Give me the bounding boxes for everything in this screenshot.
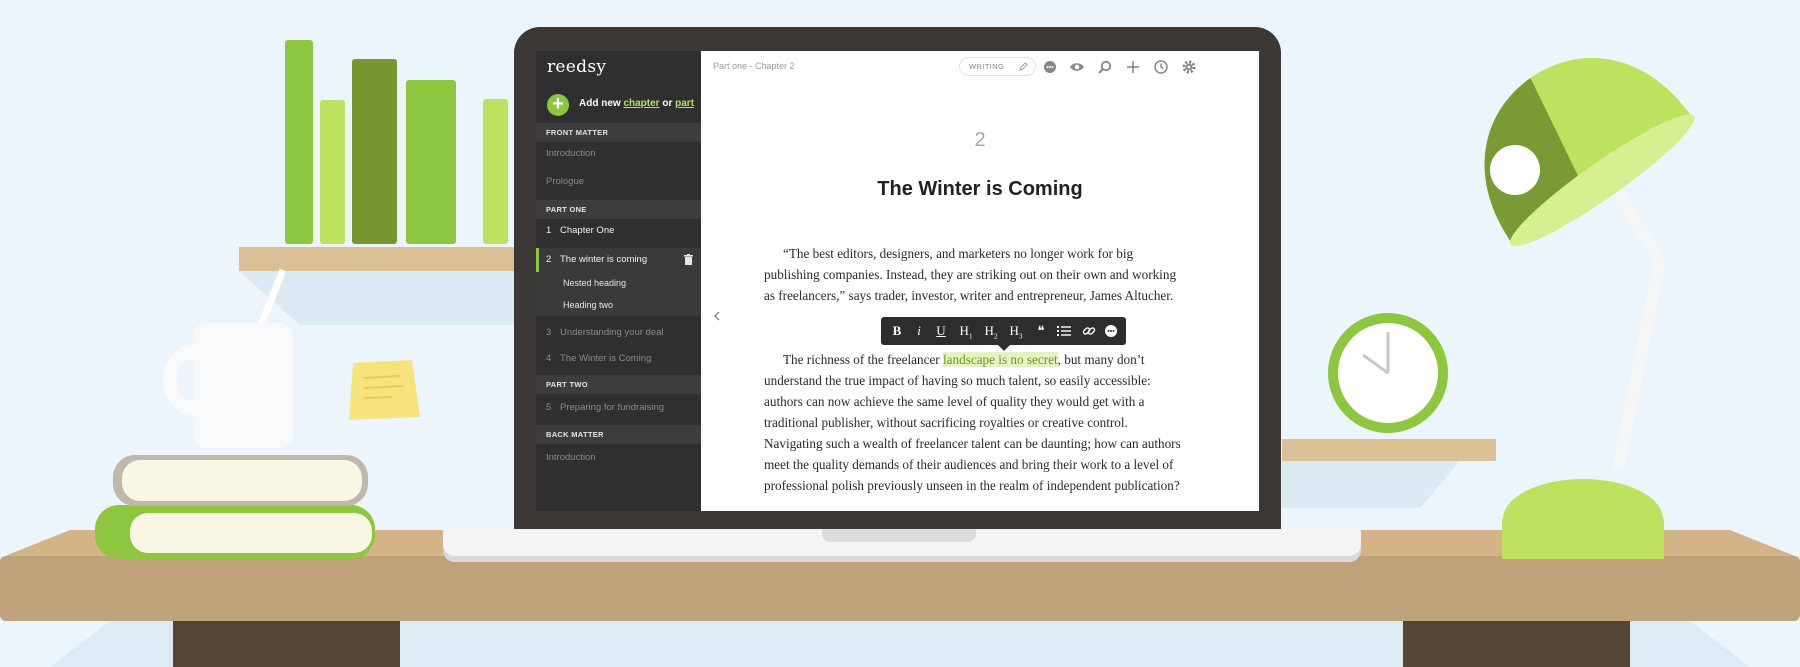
mode-toggle[interactable]: WRITING — [959, 57, 1036, 76]
sidebar-item-prologue[interactable]: Prologue — [536, 170, 701, 194]
shelf-book — [352, 59, 397, 244]
lamp-arm — [1612, 258, 1666, 472]
paragraph-2[interactable]: The richness of the freelancer landscape… — [764, 349, 1184, 496]
editor-pane: Part one - Chapter 2 WRITING 2 The Winte… — [701, 51, 1259, 511]
laptop-notch — [822, 529, 976, 542]
sidebar-subheading-nested[interactable]: Nested heading — [536, 272, 701, 294]
add-icon[interactable]: + — [547, 94, 569, 116]
sidebar-item-introduction[interactable]: Introduction — [536, 142, 701, 166]
italic-button[interactable]: i — [908, 317, 930, 345]
sidebar-item-chapter-3[interactable]: 3 Understanding your deal — [536, 321, 701, 345]
comment-icon[interactable] — [1042, 59, 1058, 75]
heading-2-button[interactable]: H2 — [980, 317, 1002, 345]
stack-book-bottom-pages — [130, 513, 372, 553]
laptop-screen: reedsy + Add new chapter or part FRONT M… — [536, 51, 1259, 511]
heading-1-button[interactable]: H1 — [955, 317, 977, 345]
gear-icon[interactable] — [1181, 59, 1197, 75]
stack-book-top-pages — [122, 460, 362, 501]
eye-icon[interactable] — [1069, 59, 1085, 75]
desk-front — [0, 556, 1800, 621]
breadcrumb: Part one - Chapter 2 — [713, 61, 795, 71]
underline-button[interactable]: U — [930, 317, 952, 345]
add-chapter-link[interactable]: chapter — [623, 98, 659, 109]
add-new-text: Add new chapter or part — [579, 98, 695, 109]
sidebar-item-back-introduction[interactable]: Introduction — [536, 446, 701, 470]
format-toolbar: B i U H1 H2 H3 ❝ — [881, 317, 1126, 351]
trash-icon[interactable] — [684, 254, 693, 265]
shelf-book — [483, 99, 508, 244]
sidebar-item-chapter-5[interactable]: 5 Preparing for fundraising — [536, 396, 701, 420]
app-logo[interactable]: reedsy — [547, 57, 606, 77]
list-icon[interactable] — [1057, 325, 1071, 337]
chevron-left-icon[interactable] — [712, 309, 722, 323]
right-shelf — [1282, 439, 1496, 461]
quote-button[interactable]: ❝ — [1030, 317, 1052, 345]
section-back-matter: BACK MATTER — [536, 425, 701, 444]
sidebar: reedsy + Add new chapter or part FRONT M… — [536, 51, 701, 511]
desk-leg-left — [173, 621, 400, 667]
bold-button[interactable]: B — [886, 317, 908, 345]
section-part-two: PART TWO — [536, 375, 701, 394]
left-shelf — [239, 247, 514, 271]
right-shelf-shadow — [1282, 461, 1460, 508]
shelf-book — [406, 80, 456, 244]
sidebar-item-chapter-1[interactable]: 1 Chapter One — [536, 219, 701, 243]
link-icon[interactable] — [1082, 324, 1096, 338]
add-new-row: + Add new chapter or part — [536, 91, 701, 121]
lamp-head — [1484, 58, 1695, 247]
sidebar-item-chapter-2[interactable]: 2 The winter is coming — [536, 248, 701, 272]
shelf-book — [320, 100, 345, 244]
add-part-link[interactable]: part — [675, 98, 694, 109]
plus-icon[interactable] — [1125, 59, 1141, 75]
section-front-matter: FRONT MATTER — [536, 123, 701, 142]
mug — [193, 323, 293, 448]
heading-3-button[interactable]: H3 — [1005, 317, 1027, 345]
paragraph-1[interactable]: “The best editors, designers, and market… — [764, 243, 1184, 306]
desk-leg-right — [1403, 621, 1630, 667]
sidebar-subheading-two[interactable]: Heading two — [536, 294, 701, 316]
highlighted-text[interactable]: landscape is no secret — [943, 352, 1058, 367]
comment-icon[interactable] — [1104, 324, 1118, 338]
sticky-note — [349, 360, 420, 420]
clock-icon[interactable] — [1153, 59, 1169, 75]
shelf-book — [285, 40, 313, 244]
sidebar-item-chapter-4[interactable]: 4 The Winter is Coming — [536, 347, 701, 371]
search-icon[interactable] — [1097, 59, 1113, 75]
section-part-one: PART ONE — [536, 200, 701, 219]
chapter-title[interactable]: The Winter is Coming — [701, 178, 1259, 201]
pencil-icon — [1019, 62, 1028, 71]
chapter-number: 2 — [974, 129, 986, 151]
